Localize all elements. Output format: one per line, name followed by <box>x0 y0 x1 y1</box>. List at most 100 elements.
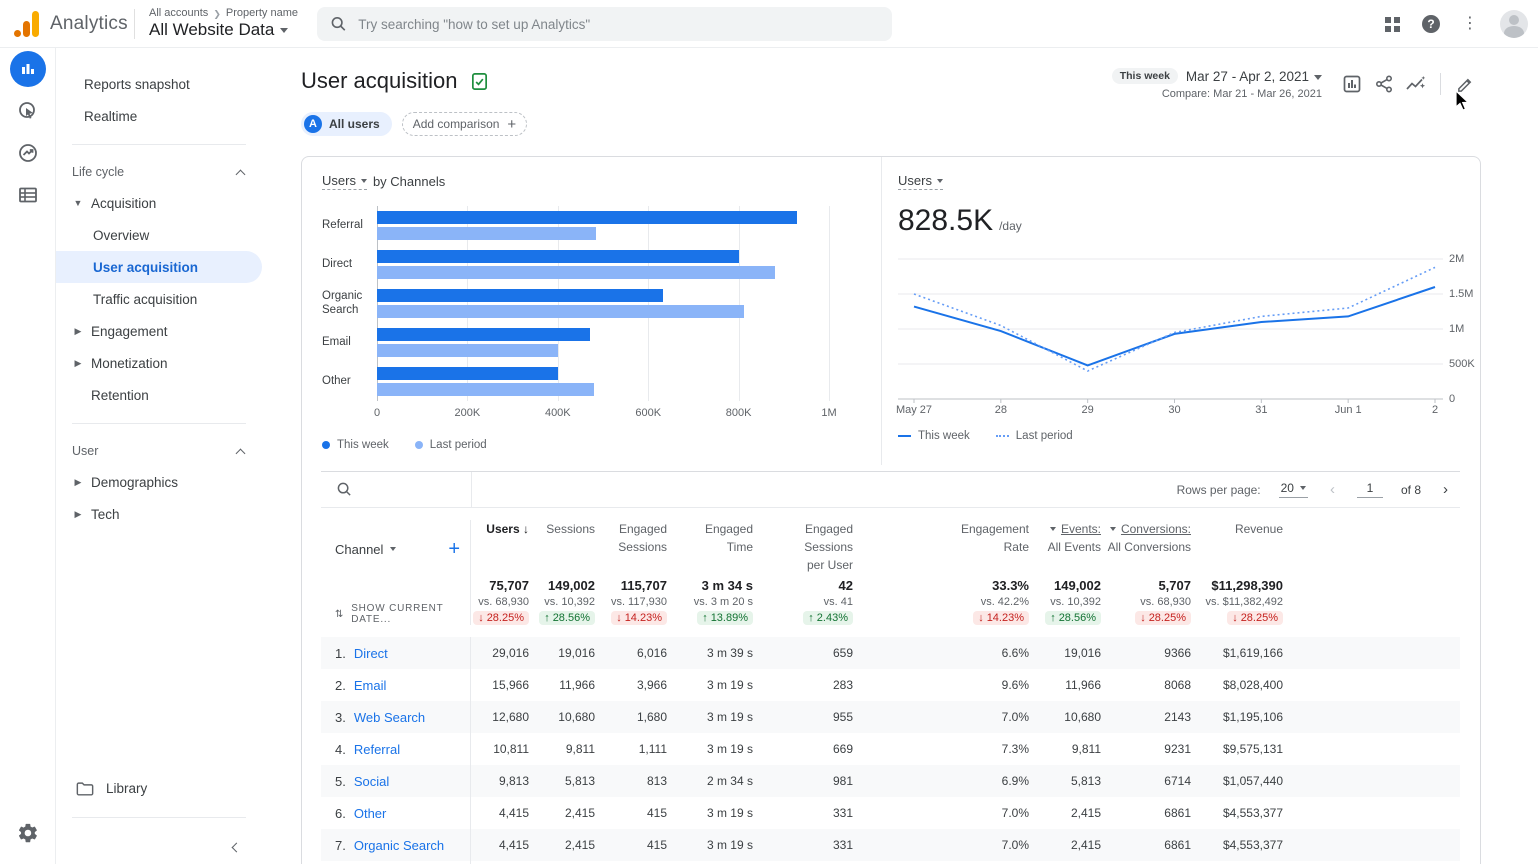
bar-last-period[interactable] <box>377 344 558 357</box>
column-header-engaged-sessions[interactable]: Engaged Sessions per User <box>755 520 855 578</box>
bar-this-week[interactable] <box>377 328 590 341</box>
row-metric-cell: 9231 <box>1164 742 1191 756</box>
breadcrumb-property: Property name <box>225 7 299 20</box>
avatar[interactable] <box>1500 10 1528 38</box>
row-metric-cell: 2143 <box>1164 710 1191 724</box>
share-button[interactable] <box>1368 68 1400 100</box>
bar-last-period[interactable] <box>377 305 744 318</box>
table-row: 2. Email 15,966 11,966 3,966 3 m 19 s 283 9.6% 1… <box>321 669 1460 701</box>
bar-last-period[interactable] <box>377 266 775 279</box>
sidebar-item-monetization[interactable]: ▶ Monetization <box>56 347 262 379</box>
rail-advertising-button[interactable] <box>0 132 56 174</box>
more-menu-icon[interactable]: ⋮ <box>1462 16 1478 32</box>
property-selector[interactable]: All Website Data <box>149 20 298 40</box>
sidebar-item-label: Traffic acquisition <box>93 291 198 307</box>
column-header-sessions[interactable]: Sessions <box>531 520 597 578</box>
row-filler <box>1285 637 1460 669</box>
column-header-engaged[interactable]: Engaged Time <box>669 520 755 578</box>
totals-filler <box>1285 578 1460 625</box>
rail-admin-button[interactable] <box>0 812 56 854</box>
saved-report-icon[interactable] <box>470 72 489 91</box>
rail-library-button[interactable] <box>0 174 56 216</box>
sidebar-item-engagement[interactable]: ▶ Engagement <box>56 315 262 347</box>
segment-chip-all-users[interactable]: A All users <box>301 112 392 136</box>
table-search-icon[interactable] <box>337 482 352 497</box>
channel-link-other[interactable]: Other <box>354 806 387 821</box>
column-header-engaged[interactable]: Engaged Sessions <box>597 520 669 578</box>
sidebar-section-user[interactable]: User <box>56 436 262 466</box>
channel-link-social[interactable]: Social <box>354 774 389 789</box>
channel-link-referral[interactable]: Referral <box>354 742 400 757</box>
sidebar-item-demographics[interactable]: ▶ Demographics <box>56 466 262 498</box>
bar-this-week[interactable] <box>377 211 798 224</box>
totals-value: 149,002 <box>1054 578 1101 593</box>
sidebar-item-acquisition[interactable]: ▼ Acquisition <box>56 187 262 219</box>
add-column-button[interactable]: + <box>448 539 460 559</box>
rail-reports-button[interactable] <box>0 48 56 90</box>
bar-last-period[interactable] <box>377 383 594 396</box>
sidebar-item-reports-snapshot[interactable]: Reports snapshot <box>56 68 262 100</box>
analytics-logo[interactable]: Analytics <box>0 10 130 37</box>
channel-link-email[interactable]: Email <box>354 678 387 693</box>
big-number: 828.5K <box>898 204 994 237</box>
sidebar-item-user-acquisition[interactable]: User acquisition <box>56 251 262 283</box>
bar-this-week[interactable] <box>377 367 558 380</box>
bar-metric-dropdown[interactable]: Users <box>322 173 367 190</box>
arrow-down-icon: ↓ <box>1140 612 1146 624</box>
chart-options-button[interactable] <box>1336 68 1368 100</box>
sidebar-item-traffic-acquisition[interactable]: Traffic acquisition <box>56 283 262 315</box>
legend-line-icon <box>898 435 911 437</box>
row-metric-cell: 9366 <box>1164 646 1191 660</box>
totals-value: 115,707 <box>620 578 667 593</box>
sidebar-item-library[interactable]: Library <box>56 771 262 805</box>
collapse-sidebar-button[interactable] <box>56 830 262 864</box>
column-header-engagement[interactable]: Engagement Rate <box>855 520 1031 578</box>
next-page-button[interactable]: › <box>1439 481 1452 498</box>
delta-value: 28.25% <box>1148 612 1186 624</box>
line-metric-dropdown[interactable]: Users <box>898 173 943 190</box>
channel-link-direct[interactable]: Direct <box>354 646 388 661</box>
rows-per-page-select[interactable]: 20 <box>1278 481 1308 498</box>
page-number-input[interactable]: 1 <box>1356 481 1383 498</box>
sidebar-item-overview[interactable]: Overview <box>56 219 262 251</box>
sidebar-item-realtime[interactable]: Realtime <box>56 100 262 132</box>
sidebar-item-retention[interactable]: Retention <box>56 379 262 411</box>
insights-button[interactable] <box>1400 68 1432 100</box>
bar-this-week[interactable] <box>377 250 739 263</box>
column-header-conversions-[interactable]: Conversions: All Conversions <box>1103 520 1193 578</box>
show-current-date-toggle[interactable]: ⇅ SHOW CURRENT DATE... <box>335 603 468 625</box>
channel-link-web-search[interactable]: Web Search <box>354 710 425 725</box>
insights-icon <box>1406 76 1426 90</box>
column-header-revenue[interactable]: Revenue <box>1193 520 1285 578</box>
rail-realtime-button[interactable] <box>0 90 56 132</box>
table-totals-row: ⇅ SHOW CURRENT DATE... 75,707 vs. 68,930 ↓ 28… <box>321 578 1460 637</box>
totals-vs: vs. $11,382,492 <box>1205 596 1283 608</box>
bar-this-week[interactable] <box>377 289 664 302</box>
row-rank: 4. <box>335 741 346 757</box>
column-header-users[interactable]: Users ↓ <box>471 520 531 578</box>
column-header-events-[interactable]: Events: All Events <box>1031 520 1103 578</box>
totals-value: $11,298,390 <box>1211 578 1283 593</box>
dimension-selector[interactable]: Channel <box>335 542 397 557</box>
apps-grid-icon[interactable] <box>1385 16 1400 32</box>
sidebar-section-life-cycle[interactable]: Life cycle <box>56 157 262 187</box>
header-line2: per User <box>806 558 853 572</box>
help-icon[interactable]: ? <box>1422 15 1440 33</box>
row-metric-cell: 3 m 19 s <box>706 806 753 820</box>
edit-button[interactable] <box>1449 68 1481 100</box>
add-comparison-button[interactable]: Add comparison + <box>401 112 528 136</box>
totals-value: 5,707 <box>1158 578 1191 593</box>
breadcrumb-chevron-icon: ❯ <box>213 8 221 19</box>
prev-page-button[interactable]: ‹ <box>1326 481 1339 498</box>
search-input[interactable] <box>358 16 878 32</box>
global-search[interactable] <box>317 7 892 41</box>
header-line1: Engaged <box>618 522 667 536</box>
row-rank: 5. <box>335 773 346 789</box>
bar-last-period[interactable] <box>377 227 597 240</box>
sidebar-item-tech[interactable]: ▶ Tech <box>56 498 262 530</box>
delta-badge: ↑ 2.43% <box>803 611 853 625</box>
header-line1: Conversions: <box>1105 520 1191 538</box>
date-range-selector[interactable]: Mar 27 - Apr 2, 2021 <box>1186 69 1322 84</box>
channel-link-organic-search[interactable]: Organic Search <box>354 838 444 853</box>
